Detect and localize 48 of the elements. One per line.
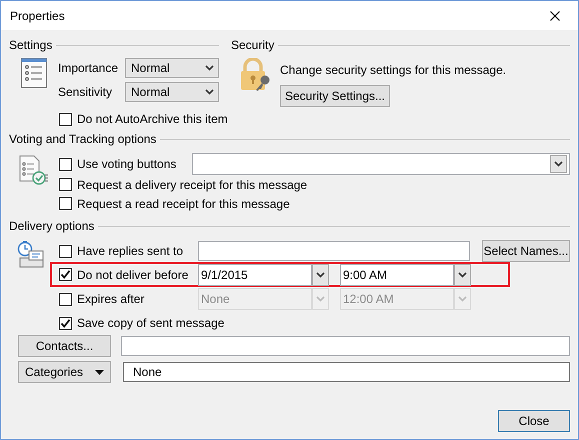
dropdown[interactable]: Normal bbox=[125, 58, 219, 78]
section-title: Security bbox=[231, 38, 274, 52]
section-title: Settings bbox=[9, 38, 52, 52]
checkbox-label[interactable]: Do not deliver before bbox=[77, 268, 188, 282]
close-icon bbox=[550, 10, 560, 20]
caret-icon bbox=[95, 370, 104, 374]
checkbox[interactable] bbox=[59, 178, 72, 191]
time-field[interactable]: 9:00 AM bbox=[340, 264, 454, 286]
chevron-icon bbox=[205, 65, 214, 71]
dropdown[interactable]: Normal bbox=[125, 82, 219, 102]
field-label: Importance bbox=[58, 61, 120, 75]
chevron-icon bbox=[316, 272, 325, 278]
checkbox[interactable] bbox=[59, 158, 72, 170]
chevron-icon bbox=[316, 296, 325, 302]
checkbox-label[interactable]: Use voting buttons bbox=[77, 157, 176, 171]
list-icon bbox=[21, 58, 47, 88]
chevron-icon bbox=[458, 296, 467, 302]
security-settings-button[interactable]: Security Settings... bbox=[280, 85, 390, 107]
lock-key-icon bbox=[238, 58, 272, 92]
checkbox-label[interactable]: Request a delivery receipt for this message bbox=[77, 178, 308, 192]
categories-button[interactable]: Categories bbox=[18, 361, 111, 383]
checkbox-label[interactable]: Have replies sent to bbox=[77, 244, 184, 258]
section-title: Delivery options bbox=[9, 219, 94, 233]
checkbox-label[interactable]: Request a read receipt for this message bbox=[77, 196, 290, 210]
checkbox[interactable] bbox=[59, 316, 72, 330]
chevron-icon bbox=[458, 272, 467, 278]
chevron-icon bbox=[554, 161, 563, 167]
reply-to-field[interactable] bbox=[198, 241, 470, 261]
contacts-button[interactable]: Contacts... bbox=[18, 335, 111, 357]
close-button[interactable]: Close bbox=[498, 410, 570, 432]
field-label: Sensitivity bbox=[58, 85, 114, 99]
checkbox-label[interactable]: Save copy of sent message bbox=[77, 316, 224, 330]
checklist-icon bbox=[19, 155, 49, 185]
section-title: Voting and Tracking options bbox=[9, 132, 156, 146]
checkbox-label[interactable]: Do not AutoArchive this item bbox=[77, 112, 228, 126]
checkbox[interactable] bbox=[59, 112, 72, 126]
dropdown-button[interactable] bbox=[454, 264, 471, 286]
checkbox[interactable] bbox=[59, 268, 72, 281]
date-field[interactable]: 9/1/2015 bbox=[198, 264, 312, 286]
security-description: Change security settings for this message. bbox=[280, 63, 506, 77]
categories-field: None bbox=[123, 362, 570, 382]
checkbox[interactable] bbox=[59, 244, 72, 258]
checkbox[interactable] bbox=[59, 197, 72, 210]
window-title: Properties bbox=[10, 8, 65, 22]
select-names-button[interactable]: Select Names... bbox=[482, 240, 570, 262]
chevron-icon bbox=[205, 89, 214, 95]
contacts-field[interactable] bbox=[121, 336, 570, 356]
dropdown-button[interactable] bbox=[312, 264, 329, 286]
